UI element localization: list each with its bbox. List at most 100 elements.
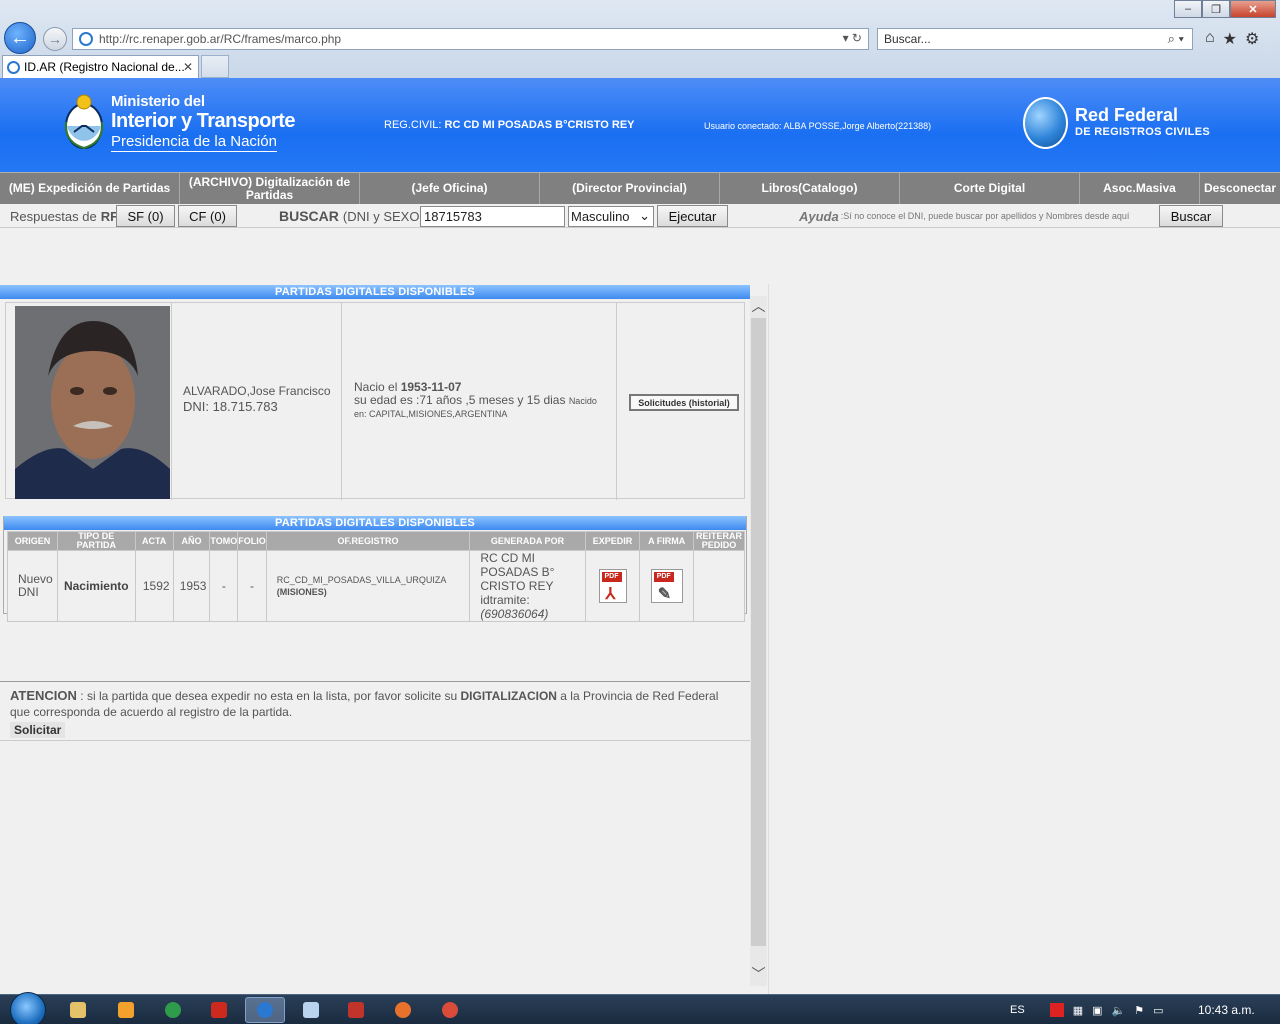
browser-search-box[interactable]: Buscar... ⌕ ▾	[877, 28, 1193, 50]
buscar-label: BUSCAR	[279, 208, 339, 224]
menu-archivo[interactable]: (ARCHIVO) Digitalización de Partidas	[180, 173, 360, 204]
col-a-firma: A FIRMA	[639, 531, 694, 551]
menu-libros[interactable]: Libros(Catalogo)	[720, 173, 900, 204]
registro-name: RC_CD_MI_POSADAS_VILLA_URQUIZA	[276, 575, 447, 585]
media-taskbar-icon[interactable]	[106, 997, 146, 1023]
generada-por: RC CD MI POSADAS B° CRISTO REY	[480, 551, 555, 593]
refresh-icon[interactable]: ▾ ↻	[843, 31, 862, 45]
menu-jefe-oficina[interactable]: (Jefe Oficina)	[360, 173, 540, 204]
windows-taskbar: ES ▦ ▣ 🔈 ⚑ ▭ 10:43 a.m.	[0, 992, 1280, 1024]
gear-icon[interactable]: ⚙	[1245, 29, 1259, 49]
vertical-scrollbar[interactable]: ︿ ﹀	[750, 296, 767, 986]
buscar-hint: (DNI y SEXO)	[342, 208, 424, 224]
browser-chrome: – ❐ ✕ ← → http://rc.renaper.gob.ar/RC/fr…	[0, 0, 1280, 78]
forward-button[interactable]: →	[43, 27, 67, 51]
ie-taskbar-icon[interactable]	[245, 997, 285, 1023]
clock[interactable]: 10:43 a.m.	[1198, 1003, 1255, 1017]
close-window-button[interactable]: ✕	[1230, 0, 1276, 18]
sexo-select[interactable]: Masculino ⌄	[568, 205, 654, 227]
atencion-text: ATENCION : si la partida que desea exped…	[10, 688, 740, 720]
sexo-value: Masculino	[571, 208, 630, 224]
argentina-shield-icon	[64, 94, 104, 150]
cell-tomo: -	[209, 550, 239, 622]
redfed-line2: DE REGISTROS CIVILES	[1075, 126, 1210, 138]
display-icon[interactable]: ▣	[1092, 1004, 1102, 1017]
menu-expedicion[interactable]: (ME) Expedición de Partidas	[0, 173, 180, 204]
browser-search-placeholder: Buscar...	[884, 32, 931, 46]
new-tab-button[interactable]	[201, 55, 229, 78]
menu-director-provincial[interactable]: (Director Provincial)	[540, 173, 720, 204]
cell-anio: 1953	[172, 550, 211, 622]
chrome2-taskbar-icon[interactable]	[430, 997, 470, 1023]
atencion-notice: ATENCION : si la partida que desea exped…	[0, 681, 750, 741]
notepad-taskbar-icon[interactable]	[291, 997, 331, 1023]
sf-button[interactable]: SF (0)	[116, 205, 175, 227]
back-button[interactable]: ←	[4, 22, 36, 54]
red-federal-globe-icon	[1023, 97, 1068, 149]
col-registro: OF.REGISTRO	[265, 531, 471, 551]
person-section-title: PARTIDAS DIGITALES DISPONIBLES	[0, 285, 750, 299]
cell-folio: -	[237, 550, 267, 622]
main-menu: (ME) Expedición de Partidas (ARCHIVO) Di…	[0, 172, 1280, 204]
browser-tab[interactable]: ID.AR (Registro Nacional de... ✕	[2, 55, 199, 78]
idtramite-value: (690836064)	[480, 607, 549, 621]
tab-title: ID.AR (Registro Nacional de...	[24, 60, 185, 74]
volume-icon[interactable]: 🔈	[1112, 1004, 1126, 1017]
solicitudes-historial-button[interactable]: Solicitudes (historial)	[629, 394, 739, 411]
acrobat-taskbar-icon[interactable]	[199, 997, 239, 1023]
born-label: Nacido	[568, 396, 597, 406]
partidas-panel: PARTIDAS DIGITALES DISPONIBLES ORIGEN TI…	[3, 516, 747, 622]
minimize-button[interactable]: –	[1174, 0, 1202, 18]
tab-bar: ID.AR (Registro Nacional de... ✕	[0, 54, 1280, 78]
power-icon[interactable]: ▭	[1153, 1004, 1163, 1017]
system-tray: ES ▦ ▣ 🔈 ⚑ ▭	[1010, 995, 1163, 1024]
buscar-nombre-button[interactable]: Buscar	[1159, 205, 1223, 227]
birth-prefix: Nacio el	[354, 380, 398, 394]
cf-button[interactable]: CF (0)	[178, 205, 237, 227]
menu-corte-digital[interactable]: Corte Digital	[900, 173, 1080, 204]
magnifier-icon[interactable]: ⌕ ▾	[1168, 31, 1184, 47]
ejecutar-button[interactable]: Ejecutar	[657, 205, 728, 227]
scroll-down-icon[interactable]: ﹀	[750, 964, 767, 982]
atencion-text1: : si la partida que desea expedir no est…	[80, 689, 458, 703]
expedir-pdf-icon[interactable]: PDF ⅄	[598, 569, 627, 603]
app-taskbar-icon[interactable]	[336, 997, 376, 1023]
results-pane: PARTIDAS DIGITALES DISPONIBLES ALVARADO,…	[0, 284, 750, 994]
col-folio: FOLIO	[237, 531, 267, 551]
explorer-taskbar-icon[interactable]	[58, 997, 98, 1023]
address-bar[interactable]: http://rc.renaper.gob.ar/RC/frames/marco…	[72, 28, 869, 50]
regcivil-label: REG.CIVIL:	[384, 119, 442, 131]
person-photo	[15, 306, 170, 499]
close-tab-icon[interactable]: ✕	[183, 60, 193, 74]
table-header-row: ORIGEN TIPO DE PARTIDA ACTA AÑO TOMO FOL…	[7, 531, 745, 551]
ie-tab-icon	[7, 60, 20, 74]
scroll-thumb[interactable]	[751, 318, 766, 946]
menu-asoc-masiva[interactable]: Asoc.Masiva	[1080, 173, 1200, 204]
favorites-star-icon[interactable]: ★	[1223, 29, 1237, 49]
col-reiterar: REITERAR PEDIDO	[693, 531, 745, 551]
ministerio-logo-text: Ministerio del Interior y Transporte Pre…	[111, 94, 296, 152]
shield-tray-icon[interactable]	[1049, 1003, 1064, 1017]
network-icon[interactable]: ▦	[1073, 1004, 1083, 1017]
window-controls: – ❐ ✕	[1174, 0, 1276, 18]
start-button[interactable]	[10, 992, 46, 1024]
firefox-taskbar-icon[interactable]	[383, 997, 423, 1023]
column-divider	[341, 303, 342, 500]
back-arrow-icon: ←	[10, 26, 30, 49]
home-icon[interactable]: ⌂	[1205, 29, 1215, 49]
solicitar-button[interactable]: Solicitar	[10, 722, 66, 738]
chrome-taskbar-icon[interactable]	[153, 997, 193, 1023]
flag-icon[interactable]: ⚑	[1134, 1004, 1144, 1017]
ayuda-text: :Sí no conoce el DNI, puede buscar por a…	[840, 211, 1130, 221]
firma-pdf-icon[interactable]: PDF ✎	[650, 569, 683, 603]
registro-provincia: (MISIONES)	[276, 587, 327, 597]
restore-button[interactable]: ❐	[1202, 0, 1230, 18]
scroll-up-icon[interactable]: ︿	[750, 296, 767, 314]
col-origen: ORIGEN	[7, 531, 58, 551]
person-dni: DNI: 18.715.783	[183, 399, 278, 414]
dni-input[interactable]: 18715783	[420, 205, 565, 227]
idtramite-label: idtramite:	[480, 593, 530, 607]
language-indicator[interactable]: ES	[1010, 1004, 1025, 1016]
menu-desconectar[interactable]: Desconectar	[1200, 173, 1280, 204]
chevron-down-icon: ⌄	[639, 208, 650, 223]
